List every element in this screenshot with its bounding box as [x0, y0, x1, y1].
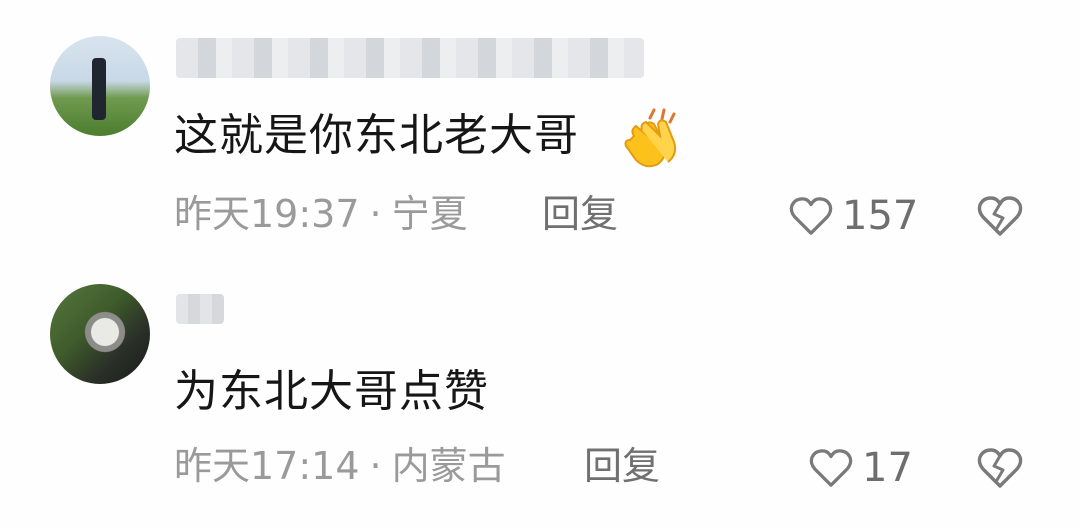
comment-text: 为东北大哥点赞	[174, 366, 489, 417]
clapping-hands-icon	[624, 108, 677, 168]
broken-heart-icon[interactable]	[976, 446, 1024, 490]
comment-meta: 昨天19:37 · 宁夏	[174, 190, 468, 238]
comment-item: 为东北大哥点赞 昨天17:14 · 内蒙古 回复 17	[0, 264, 1080, 528]
like-button[interactable]: 157	[788, 192, 918, 240]
username-blurred[interactable]	[176, 294, 224, 324]
comment-text: 这就是你东北老大哥	[174, 110, 579, 161]
avatar-figure	[92, 58, 106, 120]
reply-button[interactable]: 回复	[542, 190, 618, 238]
username-blurred[interactable]	[176, 38, 644, 78]
comment-location: 宁夏	[391, 192, 468, 236]
like-button[interactable]: 17	[808, 444, 913, 492]
comment-time: 昨天17:14	[174, 444, 360, 488]
comment-location: 内蒙古	[391, 444, 506, 488]
avatar[interactable]	[50, 36, 150, 136]
meta-separator: ·	[369, 192, 382, 236]
heart-icon	[789, 197, 833, 235]
comment-time: 昨天19:37	[174, 192, 360, 236]
like-count: 17	[862, 445, 913, 491]
avatar[interactable]	[50, 284, 150, 384]
comment-meta: 昨天17:14 · 内蒙古	[174, 442, 506, 490]
like-count: 157	[842, 193, 919, 239]
broken-heart-icon[interactable]	[976, 194, 1024, 238]
reply-button[interactable]: 回复	[584, 442, 660, 490]
meta-separator: ·	[369, 444, 382, 488]
comment-item: 这就是你东北老大哥 昨天19:37 · 宁夏 回复 157	[0, 0, 1080, 264]
heart-icon	[809, 449, 853, 487]
